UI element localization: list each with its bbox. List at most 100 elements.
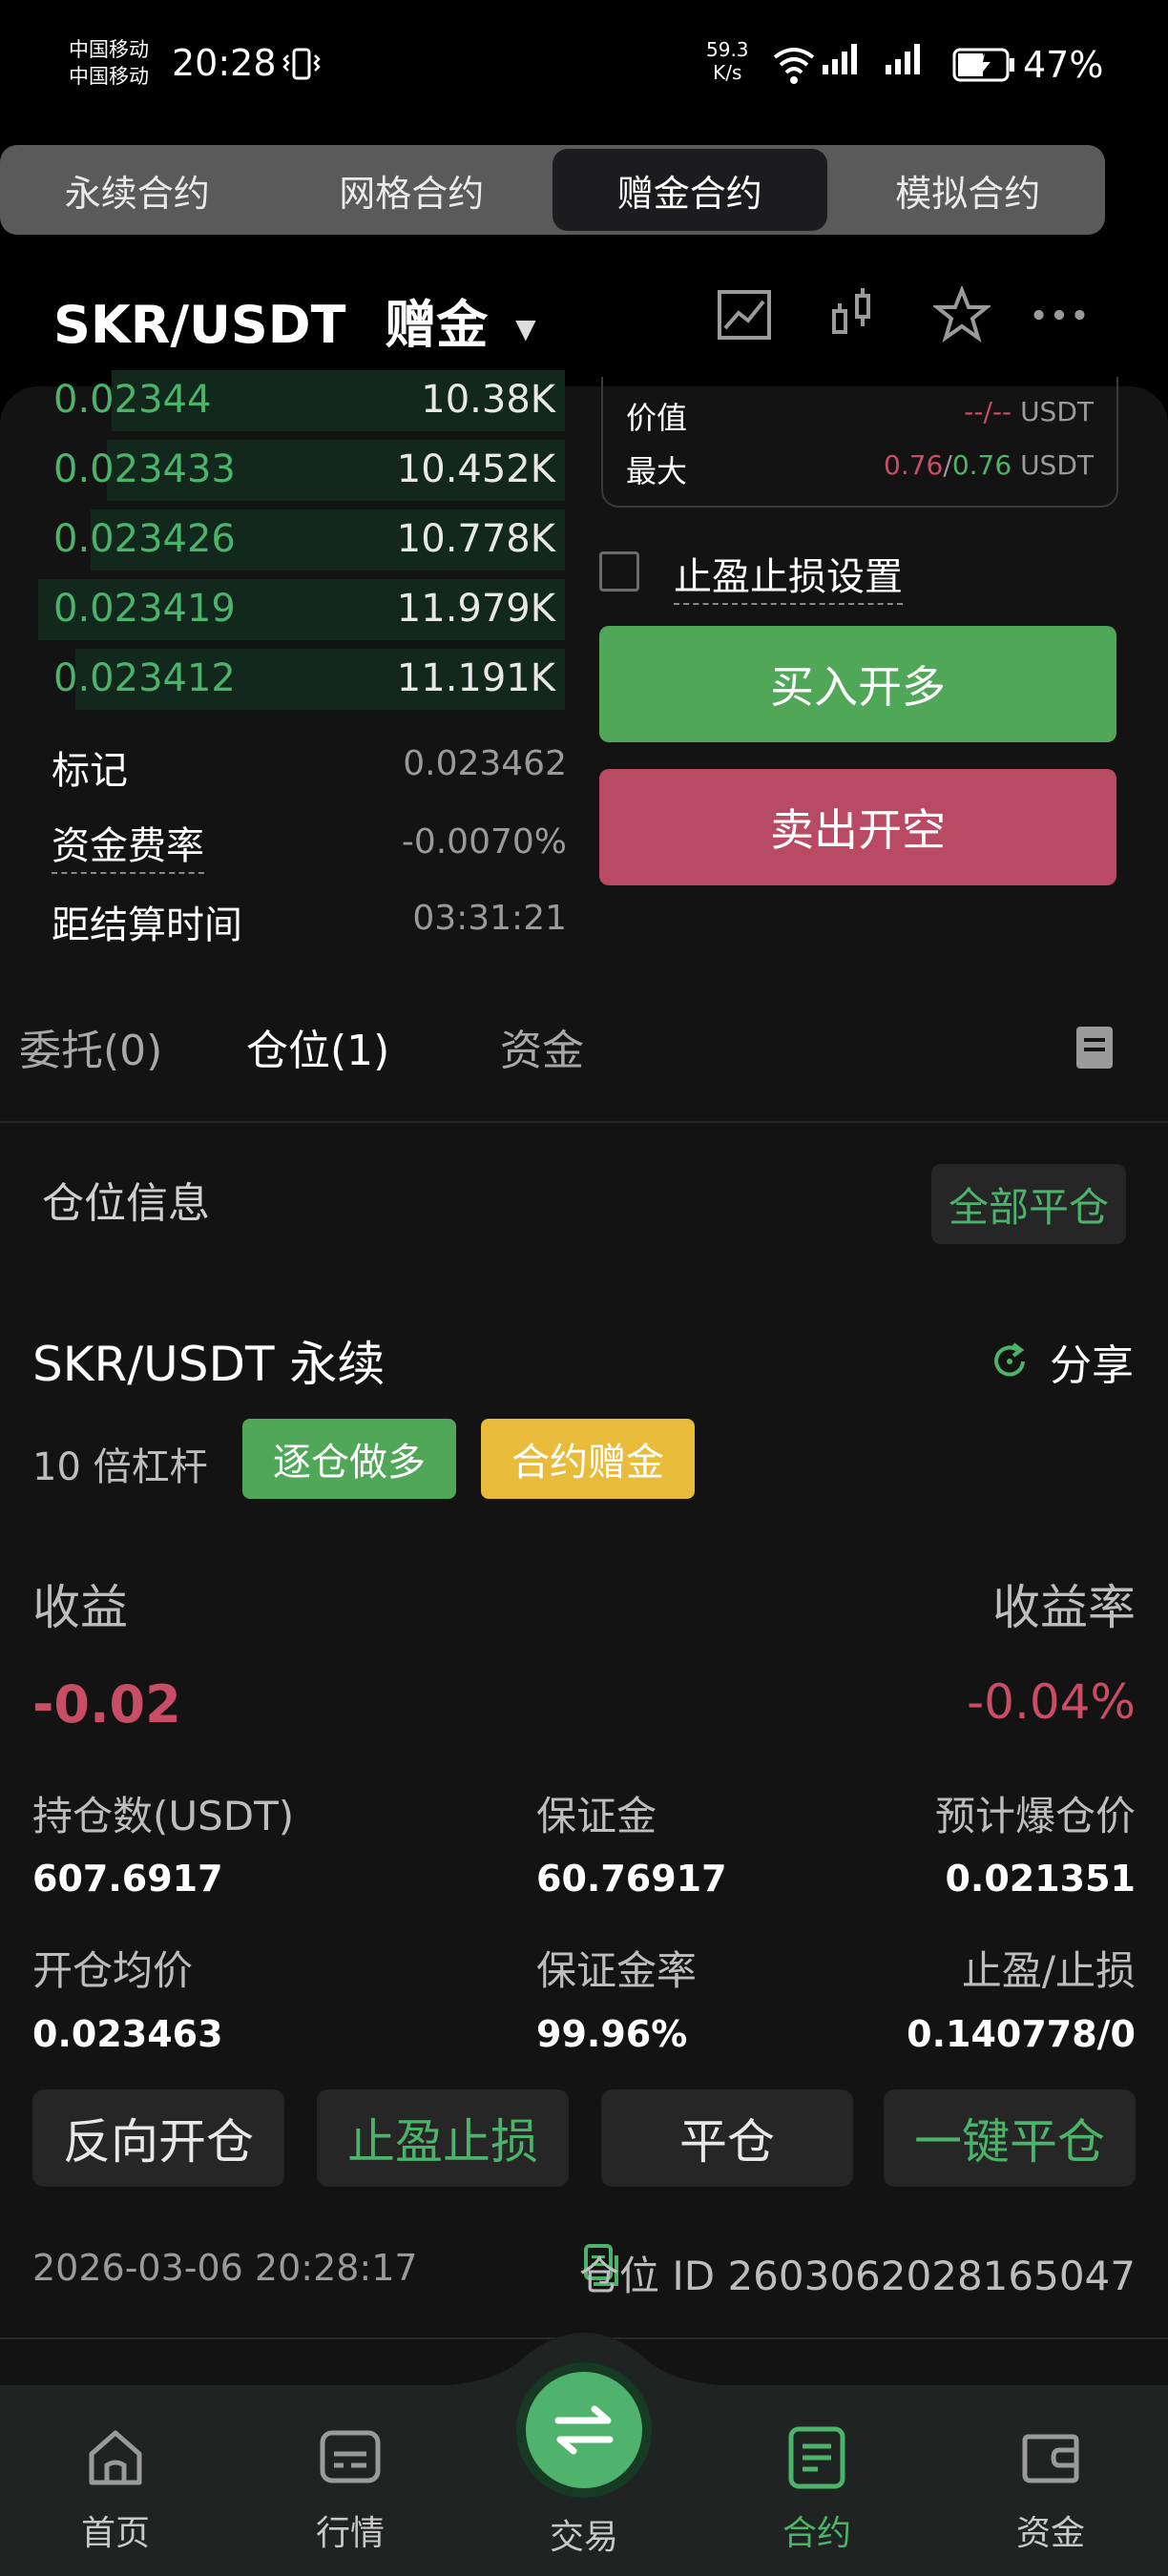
- position-id: 仓位 ID 2603062028165047: [579, 2253, 1136, 2299]
- sell-short-button[interactable]: 卖出开空: [599, 769, 1116, 885]
- orderbook-price: 0.023412: [53, 656, 236, 700]
- max-a: 0.76: [884, 449, 944, 481]
- carrier-1: 中国移动: [69, 38, 149, 61]
- nav-funds[interactable]: 资金: [979, 2423, 1122, 2555]
- status-time: 20:28: [172, 42, 277, 84]
- position-size-label: 持仓数(USDT): [32, 1793, 295, 1839]
- tpsl-setting-text: 止盈止损设置: [674, 555, 903, 605]
- orderbook-row[interactable]: 0.023426 10.778K: [38, 506, 565, 574]
- pair-symbol: SKR/USDT: [53, 295, 346, 355]
- mark-price-label: 标记: [52, 749, 128, 793]
- tab-positions[interactable]: 仓位(1): [246, 1016, 389, 1077]
- position-size-value: 607.6917: [32, 1858, 223, 1900]
- orderbook-qty: 11.191K: [396, 656, 555, 700]
- settlement-countdown: 03:31:21: [412, 899, 567, 938]
- pnl-label: 收益: [32, 1580, 128, 1635]
- tab-funds[interactable]: 资金: [500, 1016, 584, 1077]
- close-all-button[interactable]: 全部平仓: [931, 1164, 1126, 1244]
- funding-rate-value: -0.0070%: [401, 822, 567, 862]
- buy-long-button[interactable]: 买入开多: [599, 626, 1116, 742]
- orderbook-row[interactable]: 0.023419 11.979K: [38, 575, 565, 644]
- orderbook-row[interactable]: 0.023433 10.452K: [38, 436, 565, 505]
- roe-label: 收益率: [992, 1580, 1136, 1635]
- position-info-title: 仓位信息: [42, 1179, 210, 1228]
- tpsl-button[interactable]: 止盈止损: [317, 2089, 569, 2187]
- more-icon[interactable]: [1031, 286, 1088, 343]
- margin-rate-label: 保证金率: [536, 1947, 698, 1994]
- star-icon[interactable]: [933, 286, 991, 343]
- battery-percent: 47%: [1023, 44, 1104, 86]
- tpsl-checkbox[interactable]: [599, 551, 639, 592]
- nav-home[interactable]: 首页: [44, 2423, 187, 2555]
- home-icon: [89, 2430, 142, 2485]
- max-label: 最大: [626, 453, 688, 489]
- tab-orders[interactable]: 委托(0): [19, 1016, 162, 1077]
- nav-market-label: 行情: [315, 2514, 385, 2553]
- chart-icon[interactable]: [716, 286, 773, 343]
- vibrate-icon: [282, 48, 321, 80]
- nav-market[interactable]: 行情: [279, 2423, 422, 2555]
- tpsl-label: 止盈/止损: [961, 1947, 1136, 1994]
- market-icon: [320, 2430, 381, 2483]
- wifi-icon: [773, 48, 815, 84]
- settlement-label: 距结算时间: [52, 904, 242, 947]
- pair-selector[interactable]: SKR/USDT 赠金 ▼: [53, 282, 536, 358]
- entry-price-label: 开仓均价: [32, 1947, 194, 1994]
- liq-price-value: 0.021351: [945, 1858, 1136, 1900]
- orderbook-price: 0.023426: [53, 517, 236, 561]
- divider: [0, 1121, 1168, 1123]
- tab-perpetual[interactable]: 永续合约: [0, 145, 275, 235]
- orderbook-qty: 10.778K: [396, 517, 555, 561]
- max-sep: /: [943, 449, 952, 481]
- caret-down-icon: ▼: [515, 312, 536, 344]
- orderbook-qty: 11.979K: [396, 587, 555, 631]
- carrier-2: 中国移动: [69, 65, 149, 88]
- orderbook-qty: 10.452K: [396, 447, 555, 491]
- document-icon[interactable]: [1074, 1025, 1115, 1070]
- tab-grid[interactable]: 网格合约: [275, 145, 550, 235]
- orderbook-qty: 10.38K: [421, 378, 555, 422]
- mark-price-value: 0.023462: [403, 744, 567, 783]
- contract-icon: [788, 2426, 845, 2489]
- max-b: 0.76: [951, 449, 1012, 481]
- nav-contract[interactable]: 合约: [745, 2423, 888, 2555]
- status-bar: 中国移动 中国移动 20:28 59.3 K/s 47%: [0, 0, 1168, 134]
- max-unit: USDT: [1020, 449, 1094, 481]
- share-button[interactable]: 分享: [989, 1331, 1134, 1392]
- order-value-box: 价值 --/-- USDT 最大 0.76/0.76 USDT: [601, 377, 1118, 508]
- funding-rate-label[interactable]: 资金费率: [52, 815, 204, 874]
- nav-trade-label: 交易: [549, 2518, 618, 2557]
- quick-close-button[interactable]: 一键平仓: [884, 2089, 1136, 2187]
- nav-trade[interactable]: 交易: [512, 2372, 656, 2559]
- tab-demo[interactable]: 模拟合约: [831, 145, 1106, 235]
- speed-value: 59.3: [706, 38, 749, 61]
- leverage-label: 10 倍杠杆: [32, 1445, 208, 1489]
- swap-icon: [526, 2372, 642, 2488]
- value-label: 价值: [626, 400, 688, 436]
- candlestick-icon[interactable]: [824, 286, 882, 343]
- close-position-button[interactable]: 平仓: [601, 2089, 853, 2187]
- tpsl-value: 0.140778/0: [907, 2013, 1136, 2055]
- carrier-info: 中国移动 中国移动: [69, 36, 149, 90]
- orderbook-price: 0.023433: [53, 447, 236, 491]
- tpsl-setting-label[interactable]: 止盈止损设置: [674, 546, 903, 605]
- reverse-open-button[interactable]: 反向开仓: [32, 2089, 284, 2187]
- roe-value: -0.04%: [967, 1674, 1136, 1730]
- position-timestamp: 2026-03-06 20:28:17: [32, 2247, 418, 2289]
- funding-rate-text: 资金费率: [52, 824, 204, 874]
- nav-home-label: 首页: [80, 2514, 150, 2553]
- wallet-icon: [1022, 2434, 1079, 2483]
- battery-icon: [952, 48, 1014, 82]
- margin-label: 保证金: [536, 1793, 657, 1839]
- orderbook-row[interactable]: 0.02344 10.38K: [38, 366, 565, 435]
- contract-type-tabs: 永续合约 网格合约 赠金合约 模拟合约: [0, 145, 1105, 235]
- tab-bonus[interactable]: 赠金合约: [553, 149, 827, 231]
- network-speed: 59.3 K/s: [706, 38, 749, 84]
- liq-price-label: 预计爆仓价: [934, 1793, 1136, 1839]
- orderbook-row[interactable]: 0.023412 11.191K: [38, 645, 565, 714]
- nav-funds-label: 资金: [1015, 2514, 1085, 2553]
- speed-unit: K/s: [713, 61, 742, 84]
- nav-contract-label: 合约: [782, 2514, 851, 2553]
- position-symbol: SKR/USDT 永续: [32, 1337, 386, 1392]
- isolated-long-tag: 逐仓做多: [242, 1419, 456, 1499]
